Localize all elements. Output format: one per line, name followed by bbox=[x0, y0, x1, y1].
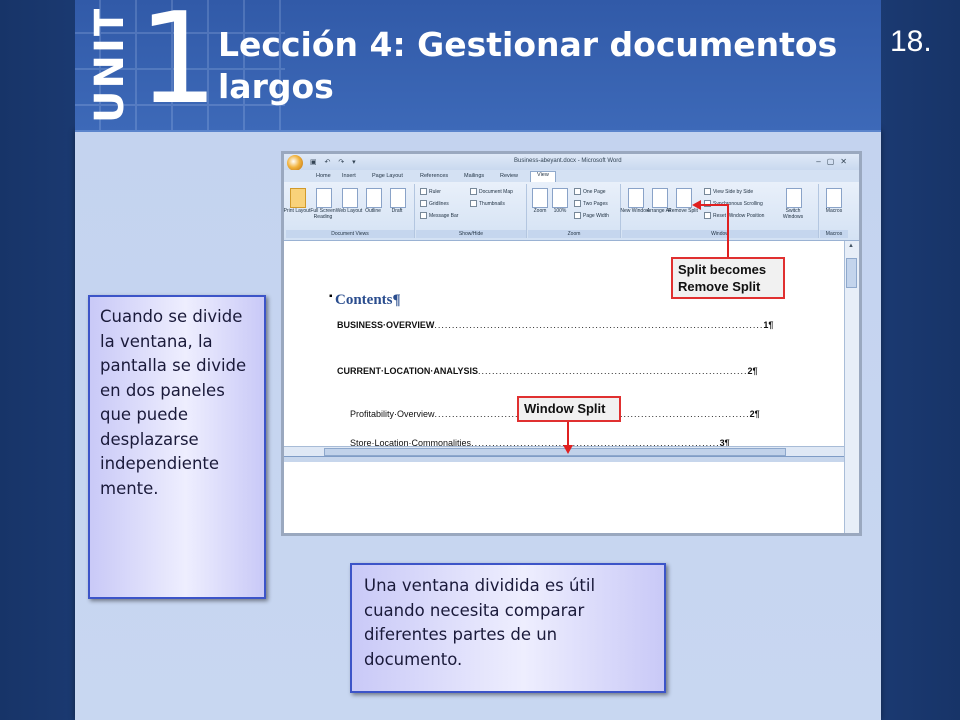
document-map-checkbox: Document Map bbox=[470, 188, 513, 195]
quick-access-toolbar: ▣ ↶ ↷ ▾ bbox=[310, 159, 359, 166]
gridlines-checkbox: Gridlines bbox=[420, 200, 449, 207]
two-pages-button: Two Pages bbox=[574, 200, 608, 207]
callout-split-usefulness: Una ventana dividida es útil cuando nece… bbox=[350, 563, 666, 693]
arrowhead-icon bbox=[563, 445, 573, 454]
document-lower-pane bbox=[284, 462, 848, 533]
tab-insert: Insert bbox=[342, 173, 356, 179]
word-screenshot: ▣ ↶ ↷ ▾ Business-abeyant.docx - Microsof… bbox=[281, 151, 862, 536]
group-label: Zoom bbox=[528, 230, 620, 238]
toc-entry: BUSINESS·OVERVIEW.......................… bbox=[337, 320, 773, 330]
group-label: Macros bbox=[820, 230, 848, 238]
group-show-hide: Ruler Gridlines Message Bar Document Map… bbox=[416, 184, 527, 238]
unit-label: UNIT bbox=[87, 6, 133, 124]
annotation-arrow-line bbox=[700, 204, 729, 206]
toc-leader-dots: ........................................… bbox=[434, 320, 764, 330]
group-label: Show/Hide bbox=[416, 230, 526, 238]
word-titlebar: ▣ ↶ ↷ ▾ Business-abeyant.docx - Microsof… bbox=[284, 154, 859, 171]
one-page-button: One Page bbox=[574, 188, 606, 195]
outline-icon bbox=[366, 188, 382, 208]
view-side-by-side-button: View Side by Side bbox=[704, 188, 753, 195]
remove-split-icon bbox=[676, 188, 692, 208]
group-window: New Window Arrange All Remove Split View… bbox=[620, 184, 819, 238]
zoom-100-label: 100% bbox=[553, 208, 567, 214]
ribbon: Print Layout Full Screen Reading Web Lay… bbox=[284, 182, 859, 241]
tab-mailings: Mailings bbox=[464, 173, 485, 179]
arrange-all-icon bbox=[652, 188, 668, 208]
office-button-icon bbox=[287, 155, 303, 171]
word-window-title: Business-abeyant.docx - Microsoft Word bbox=[514, 158, 622, 164]
remove-split-annotation: Split becomes Remove Split bbox=[671, 257, 785, 299]
draft-icon bbox=[390, 188, 406, 208]
window-split-annotation: Window Split bbox=[517, 396, 621, 422]
toc-heading: Contents¶ bbox=[335, 292, 401, 308]
group-document-views: Print Layout Full Screen Reading Web Lay… bbox=[284, 184, 415, 238]
zoom-icon bbox=[532, 188, 548, 208]
annotation-arrow-line bbox=[727, 204, 729, 257]
toc-entry-text: Profitability·Overview bbox=[350, 409, 435, 419]
toc-entry-text: CURRENT·LOCATION·ANALYSIS bbox=[337, 366, 478, 376]
toc-entry-page: 2¶ bbox=[749, 409, 760, 419]
scrollbar-thumb[interactable] bbox=[846, 258, 857, 288]
window-controls-icon: –▢✕ bbox=[816, 157, 853, 166]
toc-leader-dots: ........................................… bbox=[478, 366, 748, 376]
tab-home: Home bbox=[316, 173, 331, 179]
toc-entry: CURRENT·LOCATION·ANALYSIS...............… bbox=[337, 366, 758, 376]
print-layout-icon bbox=[290, 188, 306, 208]
macros-label: Macros bbox=[825, 208, 843, 214]
unit-number: 1 bbox=[138, 0, 219, 132]
arrowhead-icon bbox=[692, 200, 701, 210]
macros-icon bbox=[826, 188, 842, 208]
tab-review: Review bbox=[500, 173, 519, 179]
ruler-checkbox: Ruler bbox=[420, 188, 441, 195]
thumbnails-checkbox: Thumbnails bbox=[470, 200, 505, 207]
draft-label: Draft bbox=[391, 208, 403, 214]
message-bar-checkbox: Message Bar bbox=[420, 212, 458, 219]
switch-windows-label: Switch Windows bbox=[782, 208, 804, 220]
group-zoom: Zoom 100% One Page Two Pages Page Width … bbox=[528, 184, 621, 238]
toc-entry-text: BUSINESS·OVERVIEW bbox=[337, 320, 435, 330]
page-width-button: Page Width bbox=[574, 212, 609, 219]
group-label: Window bbox=[622, 230, 818, 238]
toc-entry-page: 1¶ bbox=[763, 320, 774, 330]
group-label: Document Views bbox=[286, 230, 414, 238]
reset-window-position-button: Reset Window Position bbox=[704, 212, 764, 219]
toc-entry-page: 2¶ bbox=[747, 366, 758, 376]
slide-title: Lección 4: Gestionar documentos largos bbox=[218, 25, 838, 106]
tab-view: View bbox=[530, 171, 556, 182]
slide-number: 18. bbox=[890, 25, 932, 58]
tab-references: References bbox=[420, 173, 449, 179]
callout-split-description: Cuando se divide la ventana, la pantalla… bbox=[88, 295, 266, 599]
zoom-100-icon bbox=[552, 188, 568, 208]
group-macros: Macros Macros bbox=[820, 184, 848, 238]
full-screen-icon bbox=[316, 188, 332, 208]
annotation-arrow-line bbox=[567, 422, 569, 447]
tab-page-layout: Page Layout bbox=[372, 173, 403, 179]
switch-windows-icon bbox=[786, 188, 802, 208]
ribbon-tabs: Home Insert Page Layout References Maili… bbox=[284, 170, 859, 182]
new-window-icon bbox=[628, 188, 644, 208]
paragraph-mark-icon: ▪ bbox=[329, 291, 333, 302]
web-layout-icon bbox=[342, 188, 358, 208]
